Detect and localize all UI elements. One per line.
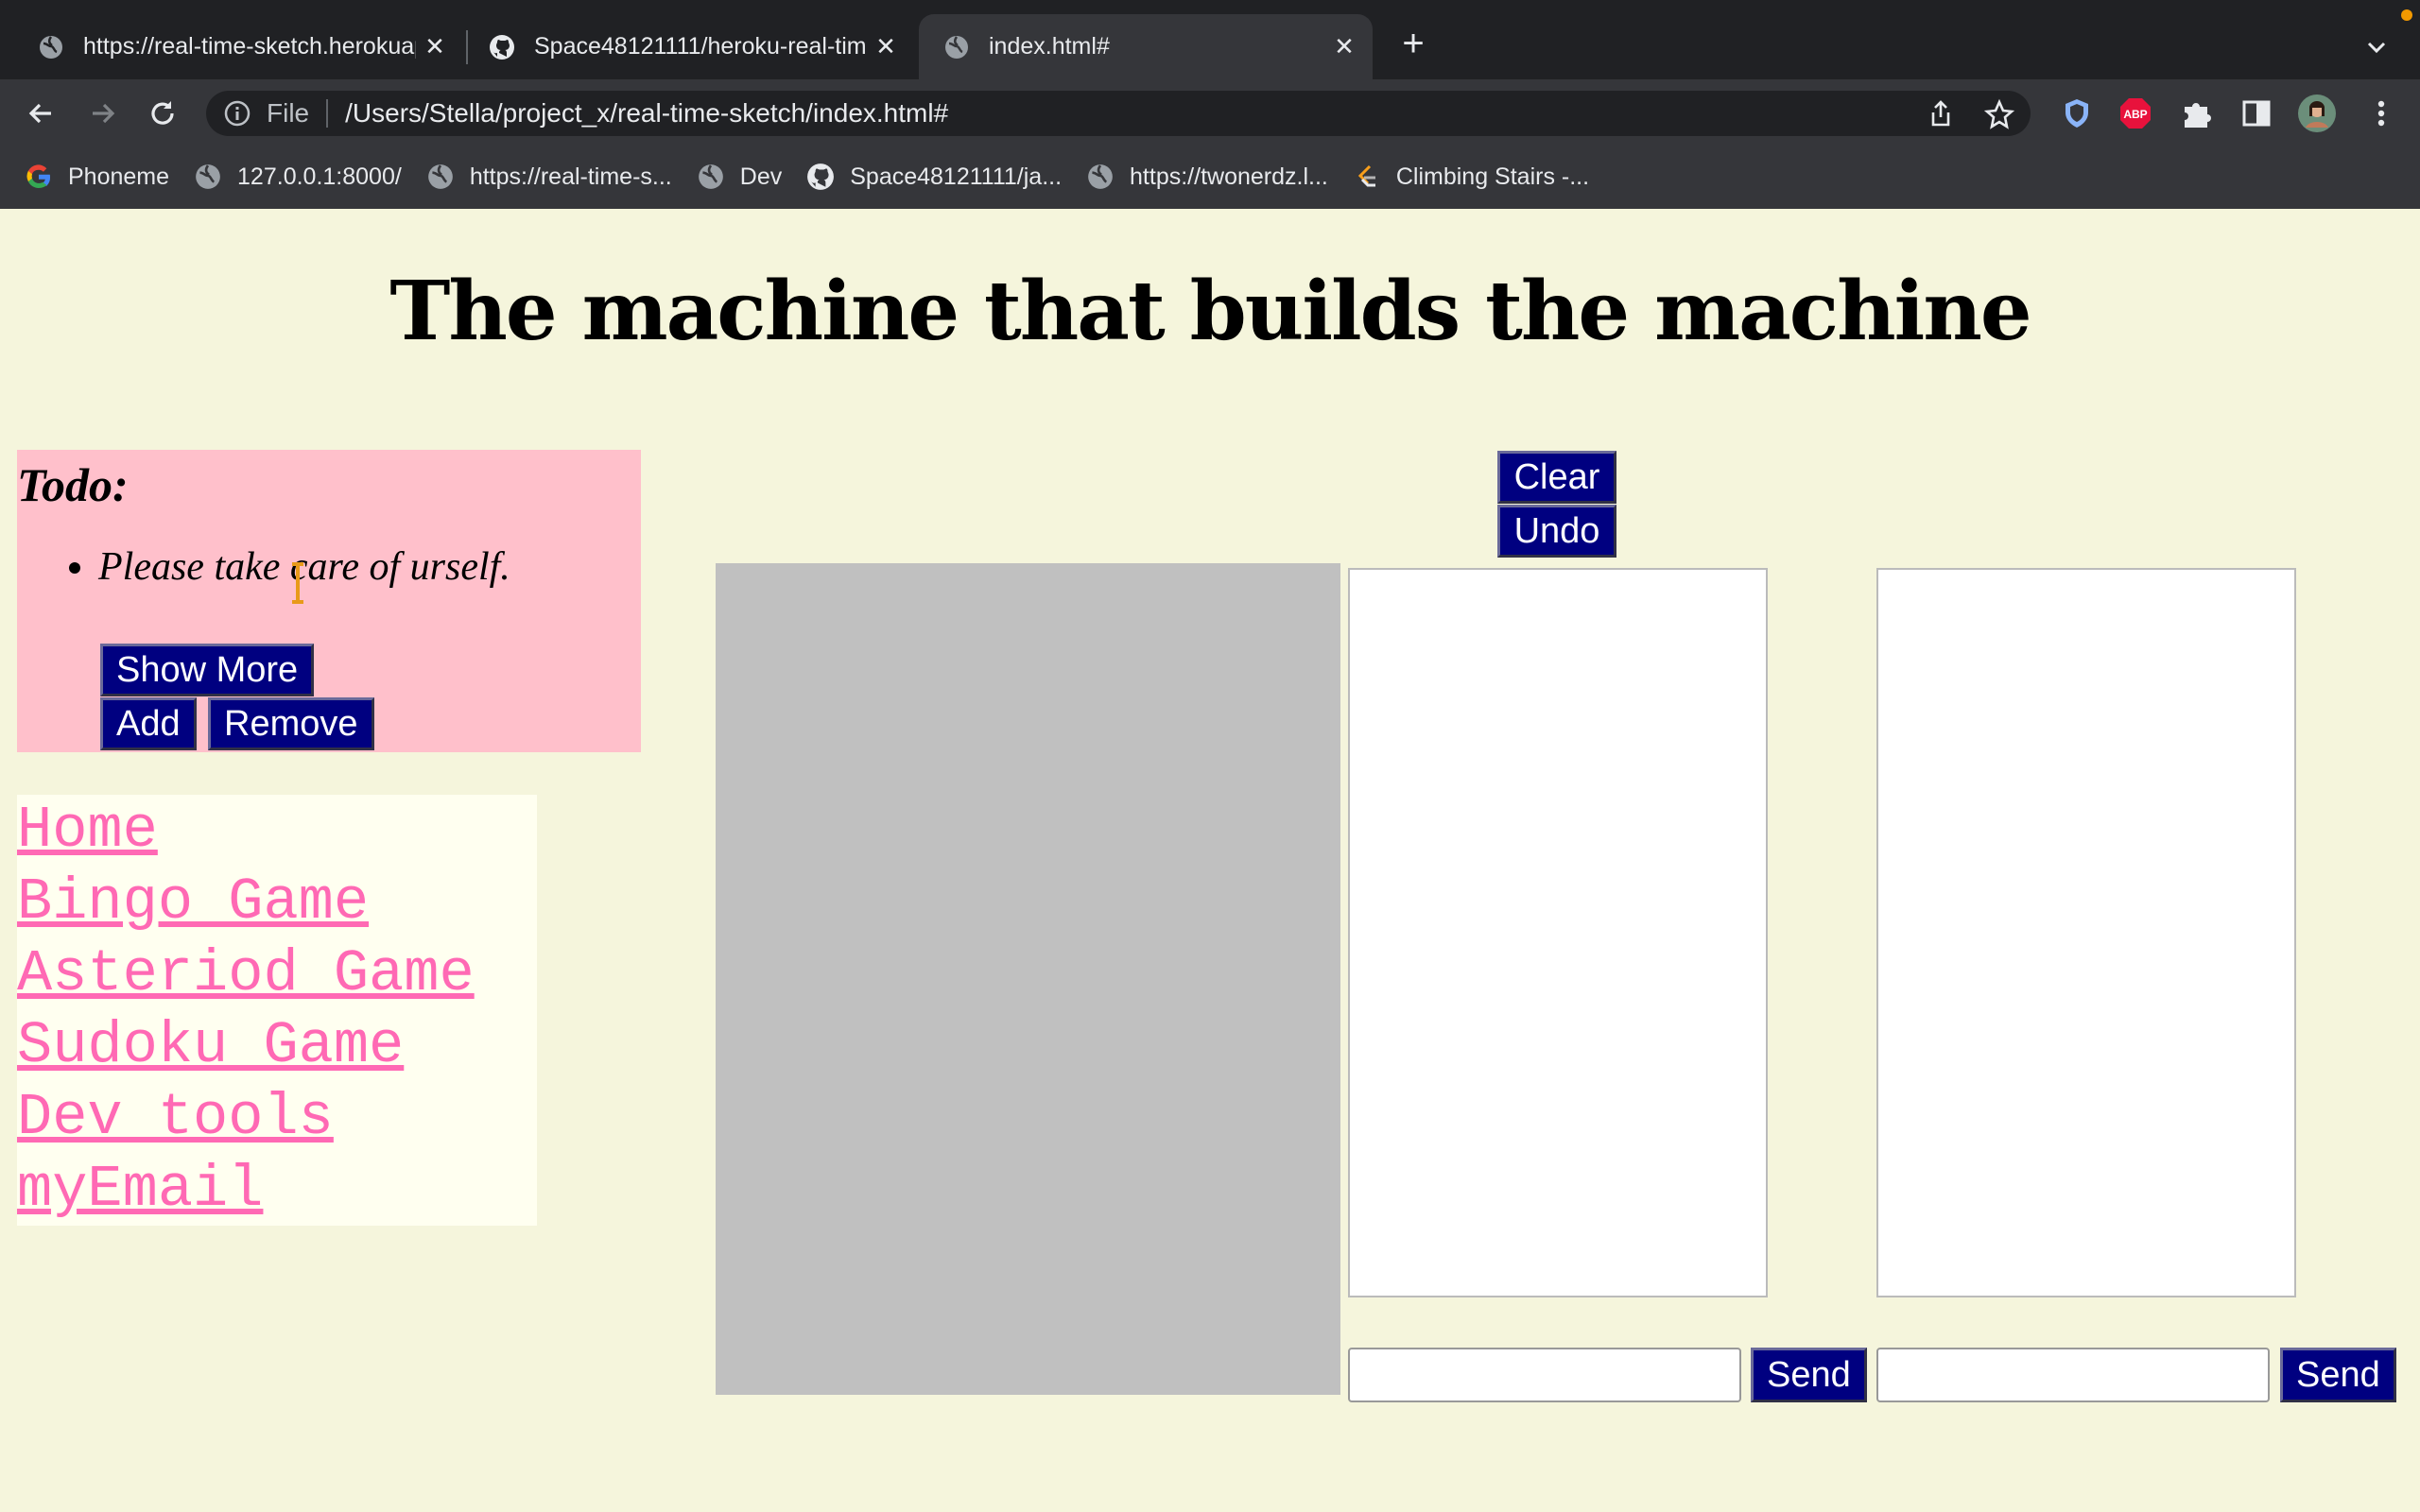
- omnibox-divider: [326, 99, 329, 128]
- tab-title: https://real-time-sketch.herokuapp.com: [83, 33, 416, 60]
- globe-icon: [196, 164, 220, 189]
- clear-button[interactable]: Clear: [1497, 451, 1616, 504]
- globe-icon: [40, 35, 62, 59]
- info-icon[interactable]: [223, 99, 251, 128]
- bookmark-localhost[interactable]: 127.0.0.1:8000/: [194, 163, 402, 191]
- bookmark-star-icon[interactable]: [1983, 98, 2015, 130]
- leetcode-icon: [1357, 164, 1375, 187]
- github-icon: [807, 163, 835, 190]
- chevron-down-icon[interactable]: [2358, 28, 2395, 66]
- bookmark-phoneme[interactable]: Phoneme: [25, 163, 169, 191]
- close-tab-icon[interactable]: ✕: [416, 32, 454, 61]
- sketch-canvas[interactable]: [716, 563, 1340, 1395]
- globe-icon: [427, 164, 453, 189]
- close-tab-icon[interactable]: ✕: [1325, 32, 1363, 61]
- tab-title: Space48121111/heroku-real-time-sketch: [534, 33, 867, 60]
- chat-log-2[interactable]: [1876, 568, 2296, 1297]
- menu-kebab-icon[interactable]: [2363, 95, 2399, 131]
- link-asteriod-game[interactable]: Asteriod Game: [17, 938, 537, 1010]
- link-sudoku-game[interactable]: Sudoku Game: [17, 1010, 537, 1082]
- globe-icon: [698, 164, 723, 189]
- google-icon: [26, 164, 51, 189]
- tab-real-time-sketch[interactable]: https://real-time-sketch.herokuapp.com ✕: [0, 14, 463, 79]
- todo-heading: Todo:: [17, 458, 129, 511]
- back-arrow-icon[interactable]: [23, 94, 60, 132]
- show-more-button[interactable]: Show More: [100, 644, 315, 696]
- extensions-puzzle-icon[interactable]: [2178, 95, 2214, 131]
- nav-links: Home Bingo Game Asteriod Game Sudoku Gam…: [17, 795, 537, 1226]
- tab-github-repo[interactable]: Space48121111/heroku-real-time-sketch ✕: [451, 14, 914, 79]
- share-icon[interactable]: [1925, 98, 1957, 130]
- link-home[interactable]: Home: [17, 795, 537, 867]
- bookmark-label: Climbing Stairs -...: [1395, 163, 1590, 190]
- update-indicator-dot: [2401, 9, 2412, 21]
- bookmark-label: https://real-time-s...: [469, 163, 672, 190]
- link-dev-tools[interactable]: Dev tools: [17, 1082, 537, 1154]
- bookmark-real-time-sketch[interactable]: https://real-time-s...: [426, 163, 672, 191]
- bookmark-label: https://twonerdz.l...: [1130, 163, 1328, 190]
- github-icon: [490, 34, 514, 60]
- url-text[interactable]: /Users/Stella/project_x/real-time-sketch…: [345, 98, 948, 129]
- tab-strip: https://real-time-sketch.herokuapp.com ✕…: [0, 0, 2420, 79]
- bookmark-label: Dev: [739, 163, 783, 190]
- link-bingo-game[interactable]: Bingo Game: [17, 867, 537, 938]
- adblock-icon[interactable]: ABP: [2118, 95, 2153, 131]
- chat-input-2[interactable]: [1876, 1348, 2270, 1402]
- tab-title: index.html#: [989, 33, 1110, 60]
- globe-icon: [1088, 164, 1113, 189]
- new-tab-button[interactable]: +: [1394, 25, 1432, 62]
- tab-index-html[interactable]: index.html# ✕: [919, 14, 1373, 79]
- address-bar[interactable]: File /Users/Stella/project_x/real-time-s…: [206, 91, 2031, 136]
- close-tab-icon[interactable]: ✕: [867, 32, 905, 61]
- chat-input-1[interactable]: [1348, 1348, 1741, 1402]
- globe-icon: [945, 35, 968, 59]
- bookmark-label: Space48121111/ja...: [850, 163, 1063, 190]
- bookmark-twonerdz[interactable]: https://twonerdz.l...: [1086, 163, 1328, 191]
- todo-panel: Todo: Please take care of urself. Show M…: [17, 450, 641, 752]
- browser-chrome: https://real-time-sketch.herokuapp.com ✕…: [0, 0, 2420, 209]
- bookmark-github[interactable]: Space48121111/ja...: [806, 163, 1062, 191]
- send-button-1[interactable]: Send: [1751, 1348, 1867, 1402]
- remove-button[interactable]: Remove: [208, 697, 374, 750]
- profile-avatar[interactable]: [2297, 94, 2337, 133]
- chat-log-1[interactable]: [1348, 568, 1768, 1297]
- text-cursor-icon: [292, 562, 303, 604]
- bookmark-label: 127.0.0.1:8000/: [237, 163, 402, 190]
- scheme-label: File: [267, 98, 310, 128]
- page-title: The machine that builds the machine: [389, 264, 2031, 359]
- bookmark-dev[interactable]: Dev: [697, 163, 782, 191]
- link-my-email[interactable]: myEmail: [17, 1154, 537, 1226]
- undo-button[interactable]: Undo: [1497, 505, 1616, 558]
- reload-icon[interactable]: [144, 94, 182, 132]
- bookmarks-bar: Phoneme 127.0.0.1:8000/ https://real-tim…: [0, 155, 2420, 198]
- adblock-label: ABP: [2123, 108, 2147, 121]
- shield-extension-icon[interactable]: [2059, 95, 2095, 131]
- send-button-2[interactable]: Send: [2280, 1348, 2396, 1402]
- bookmark-label: Phoneme: [68, 163, 170, 190]
- side-panel-icon[interactable]: [2238, 95, 2274, 131]
- forward-arrow-icon[interactable]: [83, 94, 121, 132]
- page-content: The machine that builds the machine Todo…: [0, 209, 2420, 1512]
- add-button[interactable]: Add: [100, 697, 197, 750]
- bookmark-climbing-stairs[interactable]: Climbing Stairs -...: [1353, 163, 1589, 191]
